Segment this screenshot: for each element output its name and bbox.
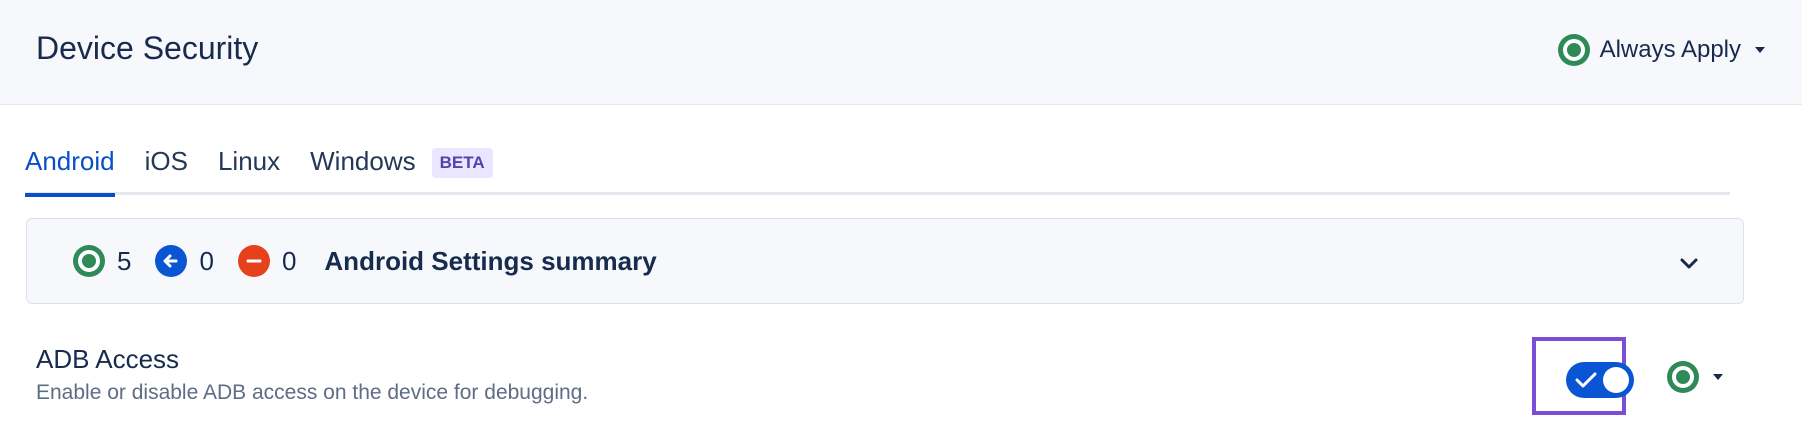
setting-status-select[interactable] [1667, 361, 1723, 393]
summary-stats: 5 0 0 Android Settings summary [73, 245, 657, 277]
summary-title: Android Settings summary [324, 245, 657, 276]
minus-icon [237, 245, 270, 277]
check-icon [1575, 372, 1597, 388]
excluded-stat: 0 [237, 245, 297, 277]
caret-down-icon [1755, 47, 1765, 53]
status-ring-icon [1667, 361, 1699, 393]
policy-select[interactable]: Always Apply [1557, 34, 1765, 66]
platform-tabs: Android iOS Linux Windows BETA [25, 140, 1730, 197]
beta-badge: BETA [431, 148, 493, 178]
excluded-count: 0 [281, 245, 297, 276]
page-title: Device Security [36, 30, 259, 66]
tab-android[interactable]: Android [25, 140, 115, 197]
arrow-left-icon [155, 245, 188, 277]
policy-label: Always Apply [1599, 36, 1741, 63]
setting-title: ADB Access [36, 344, 180, 374]
applied-stat: 5 [73, 245, 131, 277]
tab-ios[interactable]: iOS [145, 140, 188, 177]
status-ring-icon [73, 245, 105, 277]
toggle-focus-frame [1532, 337, 1634, 415]
status-ring-icon [1557, 34, 1590, 66]
adb-access-toggle[interactable] [1566, 362, 1634, 398]
applied-count: 5 [117, 245, 132, 276]
tab-windows[interactable]: Windows [310, 140, 415, 177]
tab-linux[interactable]: Linux [218, 140, 280, 177]
toggle-knob [1603, 367, 1629, 393]
caret-down-icon [1713, 374, 1723, 380]
arrow-left-svg [163, 254, 178, 268]
header: Device Security Always Apply [0, 0, 1802, 105]
inherited-count: 0 [199, 245, 214, 276]
settings-summary-card[interactable]: 5 0 0 Android Settings summary [26, 218, 1744, 304]
setting-description: Enable or disable ADB access on the devi… [36, 381, 589, 404]
inherited-stat: 0 [155, 245, 214, 277]
chevron-down-icon[interactable] [1679, 253, 1699, 273]
minus-svg [246, 259, 262, 263]
